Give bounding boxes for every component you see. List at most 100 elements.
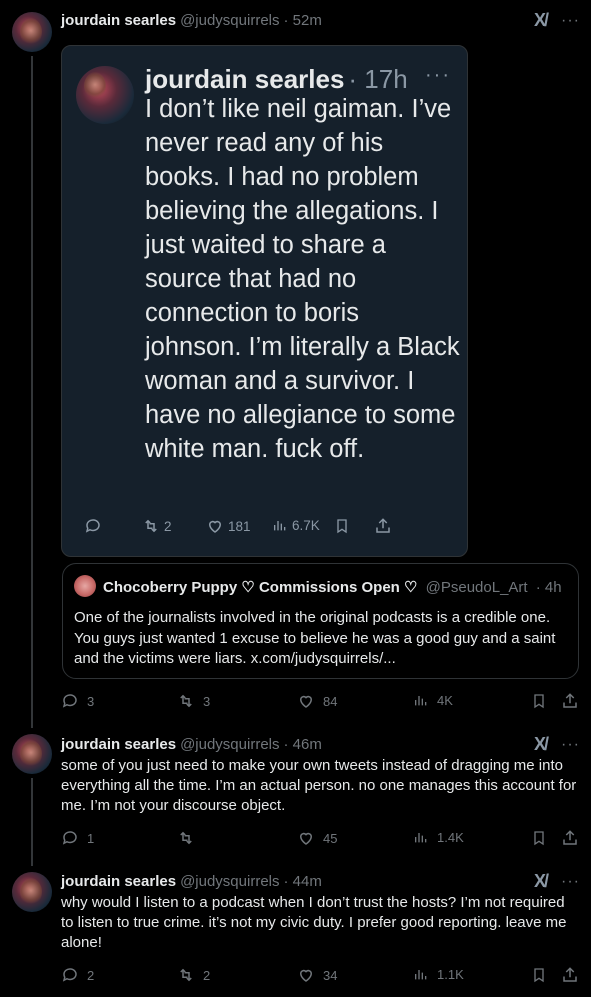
attached-image[interactable]: jourdain searles · 17h ··· I don’t like n… xyxy=(61,45,468,557)
screenshot-header: jourdain searles · 17h xyxy=(145,64,408,95)
repost-count: 2 xyxy=(203,967,211,983)
share-icon xyxy=(374,517,392,535)
reply-icon xyxy=(84,517,102,535)
screenshot-text: I don’t like neil gaiman. I’ve never rea… xyxy=(145,95,460,463)
tweet-top-icons: X/ ··· xyxy=(534,871,580,892)
more-icon[interactable]: ··· xyxy=(561,873,580,891)
bookmark-icon xyxy=(531,829,547,847)
tweet-actions: 2 2 34 1.1K xyxy=(61,966,581,986)
repost-button[interactable] xyxy=(177,829,203,847)
heart-icon xyxy=(297,966,315,984)
view-count: 1.4K xyxy=(437,829,464,845)
reply-icon xyxy=(61,692,79,710)
views-button[interactable]: 1.4K xyxy=(413,829,464,845)
quote-timestamp: · 4h xyxy=(535,579,562,596)
quote-avatar xyxy=(74,575,96,597)
bookmark-button[interactable] xyxy=(531,829,547,847)
share-button[interactable] xyxy=(561,966,579,984)
share-icon xyxy=(561,692,579,710)
author-name[interactable]: jourdain searles xyxy=(61,12,176,29)
screenshot-like-count: 181 xyxy=(228,518,251,534)
screenshot-reply xyxy=(84,517,102,535)
like-count: 84 xyxy=(323,693,338,709)
like-button[interactable]: 34 xyxy=(297,966,337,984)
author-handle[interactable]: @judysquirrels xyxy=(180,736,279,753)
views-icon xyxy=(413,829,429,845)
tweet-text: why would I listen to a podcast when I d… xyxy=(61,894,567,951)
screenshot-author-name: jourdain searles xyxy=(145,64,345,94)
repost-icon xyxy=(142,517,160,535)
author-handle[interactable]: @judysquirrels xyxy=(180,873,279,890)
screenshot-share xyxy=(374,517,392,535)
bookmark-icon xyxy=(531,692,547,710)
reply-count: 3 xyxy=(87,693,95,709)
avatar[interactable] xyxy=(12,734,52,774)
share-icon xyxy=(561,829,579,847)
bookmark-button[interactable] xyxy=(531,966,547,984)
tweet-top-icons: X/ ··· xyxy=(534,10,580,31)
like-button[interactable]: 84 xyxy=(297,692,337,710)
views-button[interactable]: 4K xyxy=(413,692,453,708)
grok-icon[interactable]: X/ xyxy=(534,10,549,31)
screenshot-repost: 2 xyxy=(142,517,172,535)
reply-button[interactable]: 3 xyxy=(61,692,94,710)
share-icon xyxy=(561,966,579,984)
timestamp[interactable]: · 52m xyxy=(284,12,322,29)
like-button[interactable]: 45 xyxy=(297,829,337,847)
tweet-actions: 1 45 1.4K xyxy=(61,829,581,849)
reply-button[interactable]: 2 xyxy=(61,966,94,984)
quote-text: One of the journalists involved in the o… xyxy=(74,609,556,667)
more-icon[interactable]: ··· xyxy=(561,736,580,754)
timestamp[interactable]: · 46m xyxy=(284,736,322,753)
view-count: 1.1K xyxy=(437,966,464,982)
avatar[interactable] xyxy=(12,12,52,52)
reply-count: 1 xyxy=(87,830,95,846)
share-button[interactable] xyxy=(561,692,579,710)
heart-icon xyxy=(206,517,224,535)
reply-count: 2 xyxy=(87,967,95,983)
tweet-text: some of you just need to make your own t… xyxy=(61,757,577,814)
like-count: 45 xyxy=(323,830,338,846)
screenshot-views: 6.7K xyxy=(272,517,320,533)
author-handle[interactable]: @judysquirrels xyxy=(180,12,279,29)
heart-icon xyxy=(297,692,315,710)
tweet-top-icons: X/ ··· xyxy=(534,734,580,755)
author-name[interactable]: jourdain searles xyxy=(61,873,176,890)
grok-icon[interactable]: X/ xyxy=(534,871,549,892)
avatar[interactable] xyxy=(12,872,52,912)
like-count: 34 xyxy=(323,967,338,983)
views-button[interactable]: 1.1K xyxy=(413,966,464,982)
tweet-header: jourdain searles @judysquirrels · 44m xyxy=(61,873,322,890)
bookmark-button[interactable] xyxy=(531,692,547,710)
screenshot-like: 181 xyxy=(206,517,251,535)
more-icon[interactable]: ··· xyxy=(561,12,580,30)
screenshot-view-count: 6.7K xyxy=(292,517,320,533)
views-icon xyxy=(272,517,288,533)
repost-icon xyxy=(177,829,195,847)
screenshot-timestamp: · 17h xyxy=(348,64,408,94)
view-count: 4K xyxy=(437,692,453,708)
author-name[interactable]: jourdain searles xyxy=(61,736,176,753)
timestamp[interactable]: · 44m xyxy=(284,873,322,890)
screenshot-more-icon: ··· xyxy=(425,64,451,86)
repost-button[interactable]: 3 xyxy=(177,692,210,710)
thread-line xyxy=(31,56,33,728)
share-button[interactable] xyxy=(561,829,579,847)
bookmark-icon xyxy=(531,966,547,984)
grok-icon[interactable]: X/ xyxy=(534,734,549,755)
repost-button[interactable]: 2 xyxy=(177,966,210,984)
tweet-header: jourdain searles @judysquirrels · 46m xyxy=(61,736,322,753)
tweet-header: jourdain searles @judysquirrels · 52m xyxy=(61,12,322,29)
quote-author-name: Chocoberry Puppy ♡ Commissions Open ♡ xyxy=(103,579,418,596)
views-icon xyxy=(413,966,429,982)
repost-icon xyxy=(177,966,195,984)
tweet-actions: 3 3 84 4K xyxy=(61,692,581,712)
thread-line xyxy=(31,778,33,866)
heart-icon xyxy=(297,829,315,847)
quote-header: Chocoberry Puppy ♡ Commissions Open ♡ @P… xyxy=(103,578,562,596)
bookmark-icon xyxy=(334,517,350,535)
quoted-tweet[interactable]: Chocoberry Puppy ♡ Commissions Open ♡ @P… xyxy=(62,563,579,679)
repost-count: 3 xyxy=(203,693,211,709)
reply-button[interactable]: 1 xyxy=(61,829,94,847)
screenshot-avatar xyxy=(76,66,134,124)
